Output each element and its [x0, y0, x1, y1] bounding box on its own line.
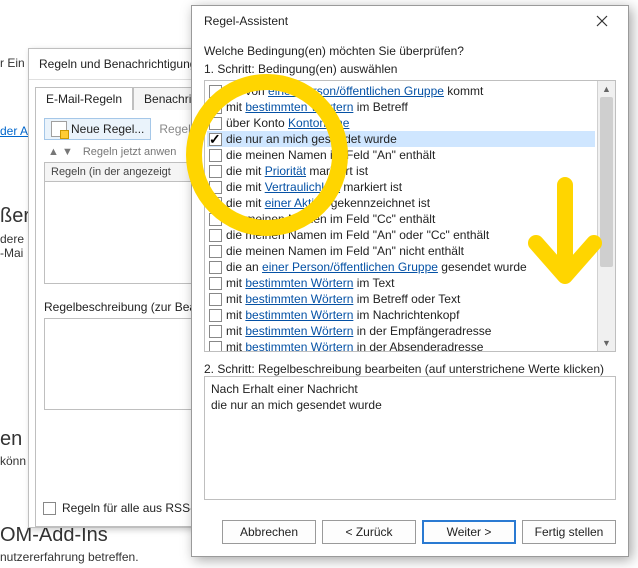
condition-checkbox[interactable]: [209, 261, 222, 274]
condition-label: die mit einer Aktion gekennzeichnet ist: [226, 195, 430, 211]
scroll-down-icon: ▼: [598, 335, 615, 351]
rule-description-editor[interactable]: Nach Erhalt einer Nachrichtdie nur an mi…: [204, 376, 616, 500]
condition-item[interactable]: die mit Vertraulichkeit markiert ist: [207, 179, 595, 195]
bg-link[interactable]: der A: [0, 124, 28, 138]
rss-label: Regeln für alle aus RSS-Fe: [62, 501, 208, 515]
wizard-step1-label: 1. Schritt: Bedingung(en) auswählen: [204, 62, 616, 76]
rule-wizard-dialog: Regel-Assistent Welche Bedingung(en) möc…: [191, 5, 629, 557]
condition-label: die meinen Namen im Feld "An" enthält: [226, 147, 435, 163]
condition-checkbox[interactable]: [209, 85, 222, 98]
condition-label: mit bestimmten Wörtern im Nachrichtenkop…: [226, 307, 459, 323]
condition-item[interactable]: mit bestimmten Wörtern in der Absenderad…: [207, 339, 595, 351]
condition-checkbox[interactable]: [209, 293, 222, 306]
new-rule-label: Neue Regel...: [71, 122, 144, 136]
conditions-scrollbar[interactable]: ▲ ▼: [597, 81, 615, 351]
cancel-button[interactable]: Abbrechen: [222, 520, 316, 544]
condition-label: die an einer Person/öffentlichen Gruppe …: [226, 259, 527, 275]
condition-label: die mit Vertraulichkeit markiert ist: [226, 179, 402, 195]
condition-value-link[interactable]: bestimmten Wörtern: [245, 292, 353, 306]
condition-checkbox[interactable]: [209, 133, 222, 146]
condition-item[interactable]: über Konto Kontoname: [207, 115, 595, 131]
scrollbar-thumb[interactable]: [600, 97, 613, 267]
scroll-up-icon: ▲: [598, 81, 615, 97]
new-rule-icon: [51, 121, 67, 137]
condition-label: mit bestimmten Wörtern in der Absenderad…: [226, 339, 483, 351]
condition-item[interactable]: die mit Priorität markiert ist: [207, 163, 595, 179]
apply-rules-now[interactable]: Regeln jetzt anwen: [83, 146, 177, 158]
sort-arrows[interactable]: ▲ ▼: [48, 146, 73, 158]
condition-item[interactable]: mit bestimmten Wörtern im Nachrichtenkop…: [207, 307, 595, 323]
condition-value-link[interactable]: Vertraulichkeit: [265, 180, 340, 194]
condition-checkbox[interactable]: [209, 101, 222, 114]
condition-label: die meinen Namen im Feld "An" oder "Cc" …: [226, 227, 489, 243]
condition-value-link[interactable]: bestimmten Wörtern: [245, 276, 353, 290]
condition-checkbox[interactable]: [209, 277, 222, 290]
condition-checkbox[interactable]: [209, 213, 222, 226]
conditions-listbox: die von einer Person/öffentlichen Gruppe…: [204, 80, 616, 352]
condition-label: die von einer Person/öffentlichen Gruppe…: [226, 83, 483, 99]
description-line: die nur an mich gesendet wurde: [211, 397, 609, 413]
condition-label: mit bestimmten Wörtern im Betreff oder T…: [226, 291, 460, 307]
condition-label: die nur an mich gesendet wurde: [226, 131, 397, 147]
condition-checkbox[interactable]: [209, 229, 222, 242]
condition-checkbox[interactable]: [209, 341, 222, 352]
condition-label: die mit Priorität markiert ist: [226, 163, 368, 179]
condition-item[interactable]: die meinen Namen im Feld "An" oder "Cc" …: [207, 227, 595, 243]
tab-email-rules[interactable]: E-Mail-Regeln: [35, 87, 133, 110]
condition-value-link[interactable]: bestimmten Wörtern: [245, 324, 353, 338]
new-rule-button[interactable]: Neue Regel...: [44, 118, 151, 140]
condition-label: über Konto Kontoname: [226, 115, 349, 131]
condition-label: die meinen Namen im Feld "Cc" enthält: [226, 211, 435, 227]
condition-item[interactable]: die mit einer Aktion gekennzeichnet ist: [207, 195, 595, 211]
condition-checkbox[interactable]: [209, 165, 222, 178]
condition-checkbox[interactable]: [209, 181, 222, 194]
close-button[interactable]: [582, 7, 622, 35]
close-icon: [596, 15, 608, 27]
condition-label: mit bestimmten Wörtern im Betreff: [226, 99, 408, 115]
condition-item[interactable]: die an einer Person/öffentlichen Gruppe …: [207, 259, 595, 275]
condition-value-link[interactable]: einer Person/öffentlichen Gruppe: [262, 260, 438, 274]
condition-checkbox[interactable]: [209, 309, 222, 322]
condition-label: mit bestimmten Wörtern in der Empfängera…: [226, 323, 491, 339]
wizard-step2-label: 2. Schritt: Regelbeschreibung bearbeiten…: [204, 362, 616, 376]
condition-checkbox[interactable]: [209, 325, 222, 338]
condition-value-link[interactable]: bestimmten Wörtern: [245, 100, 353, 114]
condition-item[interactable]: mit bestimmten Wörtern im Betreff oder T…: [207, 291, 595, 307]
condition-value-link[interactable]: einer Person/öffentlichen Gruppe: [268, 84, 444, 98]
condition-item[interactable]: mit bestimmten Wörtern in der Empfängera…: [207, 323, 595, 339]
condition-checkbox[interactable]: [209, 197, 222, 210]
bg-text: dere: [0, 232, 24, 246]
rss-checkbox[interactable]: [43, 502, 56, 515]
condition-checkbox[interactable]: [209, 149, 222, 162]
condition-item[interactable]: die meinen Namen im Feld "An" nicht enth…: [207, 243, 595, 259]
condition-checkbox[interactable]: [209, 245, 222, 258]
condition-checkbox[interactable]: [209, 117, 222, 130]
condition-value-link[interactable]: einer Aktion: [265, 196, 328, 210]
wizard-title: Regel-Assistent: [204, 14, 288, 28]
back-button[interactable]: < Zurück: [322, 520, 416, 544]
condition-item[interactable]: mit bestimmten Wörtern im Text: [207, 275, 595, 291]
condition-label: die meinen Namen im Feld "An" nicht enth…: [226, 243, 464, 259]
condition-value-link[interactable]: bestimmten Wörtern: [245, 340, 353, 351]
bg-heading: en: [0, 428, 22, 451]
condition-item[interactable]: die von einer Person/öffentlichen Gruppe…: [207, 83, 595, 99]
bg-text: -Mai: [0, 246, 23, 260]
condition-item[interactable]: mit bestimmten Wörtern im Betreff: [207, 99, 595, 115]
condition-item[interactable]: die meinen Namen im Feld "An" enthält: [207, 147, 595, 163]
condition-label: mit bestimmten Wörtern im Text: [226, 275, 395, 291]
condition-item[interactable]: die meinen Namen im Feld "Cc" enthält: [207, 211, 595, 227]
bg-heading: ßer: [0, 205, 30, 228]
next-button[interactable]: Weiter >: [422, 520, 516, 544]
condition-value-link[interactable]: Priorität: [265, 164, 306, 178]
bg-text: r Ein: [0, 56, 25, 70]
condition-value-link[interactable]: Kontoname: [288, 116, 349, 130]
condition-item[interactable]: die nur an mich gesendet wurde: [207, 131, 595, 147]
wizard-question: Welche Bedingung(en) möchten Sie überprü…: [204, 44, 616, 58]
bg-text: könn: [0, 454, 26, 468]
finish-button[interactable]: Fertig stellen: [522, 520, 616, 544]
bg-text: nutzererfahrung betreffen.: [0, 550, 139, 564]
condition-value-link[interactable]: bestimmten Wörtern: [245, 308, 353, 322]
description-line: Nach Erhalt einer Nachricht: [211, 381, 609, 397]
